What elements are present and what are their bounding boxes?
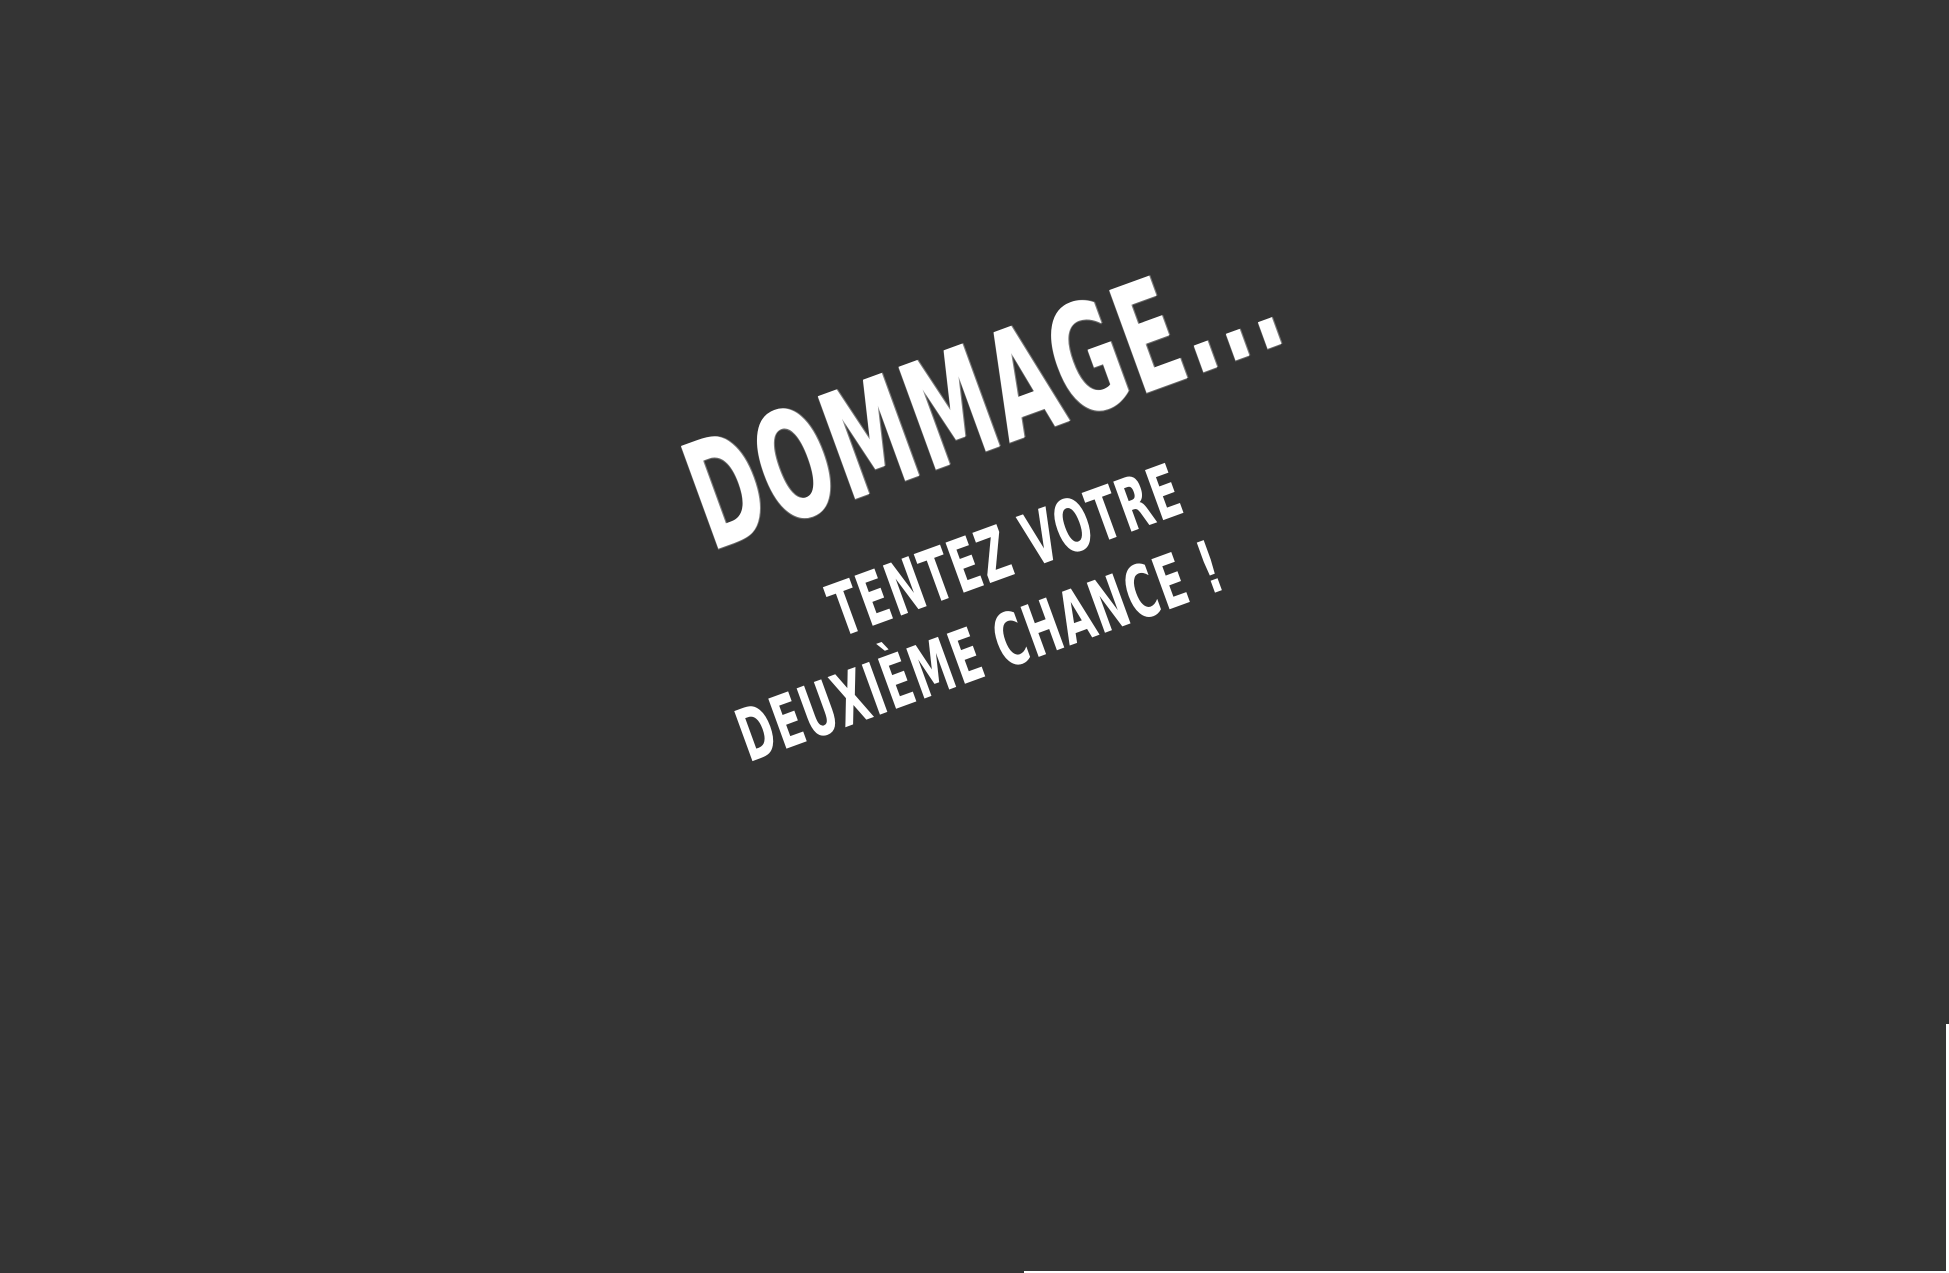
result-screen: DOMMAGE... TENTEZ VOTRE DEUXIÈME CHANCE … <box>0 0 1949 1273</box>
